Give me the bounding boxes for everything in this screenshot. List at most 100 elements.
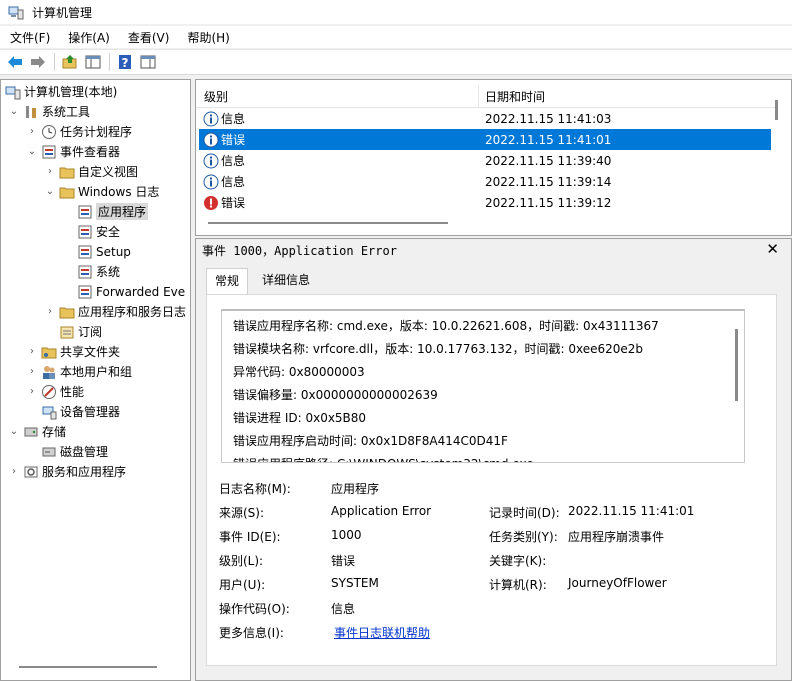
info-icon (203, 111, 219, 126)
disk-icon (42, 447, 56, 456)
event-row[interactable]: 信息 2022.11.15 11:39:14 (199, 171, 771, 192)
menu-help[interactable]: 帮助(H) (179, 29, 237, 46)
chevron-right-icon[interactable]: › (7, 465, 21, 479)
tree-item-setup[interactable]: Setup (61, 242, 131, 261)
task-category-value: 应用程序崩溃事件 (568, 530, 665, 544)
show-action-pane-button[interactable] (137, 52, 159, 72)
description-line: 错误应用程序启动时间: 0x0x1D8F8A414C0D41F (233, 434, 508, 448)
chevron-right-icon[interactable]: › (43, 165, 57, 179)
tree-item-system[interactable]: 系统 (61, 262, 120, 281)
folder-icon (59, 187, 75, 198)
toolbar-separator (109, 53, 110, 71)
services-icon (24, 466, 38, 477)
description-line: 错误进程 ID: 0x0x5B80 (233, 411, 367, 425)
close-icon[interactable]: ✕ (766, 240, 779, 258)
chevron-down-icon[interactable]: ⌄ (43, 185, 57, 199)
chevron-down-icon[interactable]: ⌄ (7, 105, 21, 119)
menu-action[interactable]: 操作(A) (60, 29, 118, 46)
tree-item-performance[interactable]: › 性能 (25, 382, 84, 401)
tree-item-custom-views[interactable]: › 自定义视图 (43, 162, 138, 181)
tree-item-disk-management[interactable]: 磁盘管理 (25, 442, 108, 461)
tree-item-shared-folders[interactable]: › 共享文件夹 (25, 342, 120, 361)
performance-icon (42, 384, 56, 399)
tree-item-security[interactable]: 安全 (61, 222, 120, 241)
tree-item-application[interactable]: 应用程序 (61, 202, 149, 221)
event-detail-pane: 事件 1000，Application Error ✕ 常规 详细信息 错误应用… (195, 238, 792, 681)
tree-item-storage[interactable]: ⌄ 存储 (7, 422, 66, 441)
chevron-right-icon[interactable]: › (25, 385, 39, 399)
title-bar: 计算机管理 (0, 0, 792, 24)
tree-item-subscriptions[interactable]: 订阅 (43, 322, 102, 341)
event-list-header: 级别 日期和时间 (196, 85, 776, 108)
logged-value: 2022.11.15 11:41:01 (568, 504, 695, 518)
chevron-right-icon[interactable]: › (25, 125, 39, 139)
tree-item-system-tools[interactable]: ⌄ 系统工具 (7, 102, 90, 121)
chevron-right-icon[interactable]: › (43, 305, 57, 319)
window-title: 计算机管理 (32, 5, 93, 20)
chevron-right-icon[interactable]: › (25, 365, 39, 379)
tab-general[interactable]: 常规 (206, 268, 249, 295)
tree-item-app-service-logs[interactable]: › 应用程序和服务日志 (43, 302, 186, 321)
menu-view[interactable]: 查看(V) (120, 29, 178, 46)
event-list-horizontal-scrollbar[interactable] (208, 222, 448, 224)
opcode-label: 操作代码(O): (219, 602, 290, 616)
tree-item-local-users-groups[interactable]: › 本地用户和组 (25, 362, 132, 381)
chevron-down-icon[interactable]: ⌄ (25, 145, 39, 159)
info-icon (203, 174, 219, 189)
menu-bar: 文件(F) 操作(A) 查看(V) 帮助(H) (0, 26, 792, 48)
up-folder-button[interactable] (59, 52, 81, 72)
event-row[interactable]: 信息 2022.11.15 11:39:40 (199, 150, 771, 171)
event-row-selected[interactable]: 错误 2022.11.15 11:41:01 (199, 129, 771, 150)
event-list[interactable]: 级别 日期和时间 信息 2022.11.15 11:41:03 错误 2022.… (195, 79, 792, 236)
description-scrollbar[interactable] (735, 329, 738, 401)
event-list-vertical-scrollbar[interactable] (775, 100, 778, 120)
tree-item-event-viewer[interactable]: ⌄ 事件查看器 (25, 142, 120, 161)
tree-item-device-manager[interactable]: 设备管理器 (25, 402, 120, 421)
console-tree[interactable]: 计算机管理(本地) ⌄ 系统工具 › 任务计划程序 ⌄ 事件查看器 › 自定义视… (0, 79, 191, 681)
folder-icon (59, 167, 75, 178)
tree-item-services-apps[interactable]: › 服务和应用程序 (7, 462, 126, 481)
computer-management-icon (5, 86, 21, 99)
user-label: 用户(U): (219, 578, 266, 592)
tools-icon (26, 105, 36, 118)
action-pane-icon (140, 55, 156, 69)
event-datetime: 2022.11.15 11:39:40 (485, 153, 612, 168)
event-level: 错误 (221, 196, 246, 210)
help-button[interactable]: ? (114, 52, 136, 72)
tree-item-root[interactable]: 计算机管理(本地) (3, 82, 117, 101)
tab-details[interactable]: 详细信息 (254, 268, 318, 293)
event-log-online-help-link[interactable]: 事件日志联机帮助 (334, 624, 430, 641)
column-header-datetime[interactable]: 日期和时间 (479, 86, 545, 108)
chevron-right-icon[interactable]: › (25, 345, 39, 359)
log-icon (78, 245, 92, 258)
tree-item-windows-logs[interactable]: ⌄ Windows 日志 (43, 182, 160, 201)
source-label: 来源(S): (219, 506, 265, 520)
clock-icon (42, 124, 56, 139)
log-icon (78, 265, 92, 278)
event-datetime: 2022.11.15 11:39:12 (485, 195, 612, 210)
event-row[interactable]: 错误 2022.11.15 11:39:12 (199, 192, 771, 213)
keywords-label: 关键字(K): (489, 554, 547, 568)
tree-item-task-scheduler[interactable]: › 任务计划程序 (25, 122, 132, 141)
event-level: 信息 (221, 112, 246, 126)
computer-management-icon (8, 6, 24, 20)
forward-button[interactable] (27, 52, 49, 72)
toolbar: ? (0, 49, 792, 75)
users-icon (43, 365, 55, 379)
back-button[interactable] (4, 52, 26, 72)
event-id-label: 事件 ID(E): (219, 530, 281, 544)
tree-horizontal-scrollbar[interactable] (19, 666, 157, 668)
chevron-down-icon[interactable]: ⌄ (7, 425, 21, 439)
opcode-value: 信息 (331, 602, 356, 616)
show-hide-tree-button[interactable] (82, 52, 104, 72)
log-icon (78, 205, 92, 218)
column-header-level[interactable]: 级别 (196, 85, 479, 108)
event-description[interactable]: 错误应用程序名称: cmd.exe，版本: 10.0.22621.608，时间戳… (221, 309, 745, 463)
folder-icon (59, 307, 75, 318)
event-row[interactable]: 信息 2022.11.15 11:41:03 (199, 108, 771, 129)
tree-item-forwarded-events[interactable]: Forwarded Eve (61, 282, 185, 301)
more-info-label: 更多信息(I): (219, 626, 284, 640)
computer-label: 计算机(R): (489, 578, 547, 592)
menu-file[interactable]: 文件(F) (2, 29, 58, 46)
task-category-label: 任务类别(Y): (489, 530, 558, 544)
